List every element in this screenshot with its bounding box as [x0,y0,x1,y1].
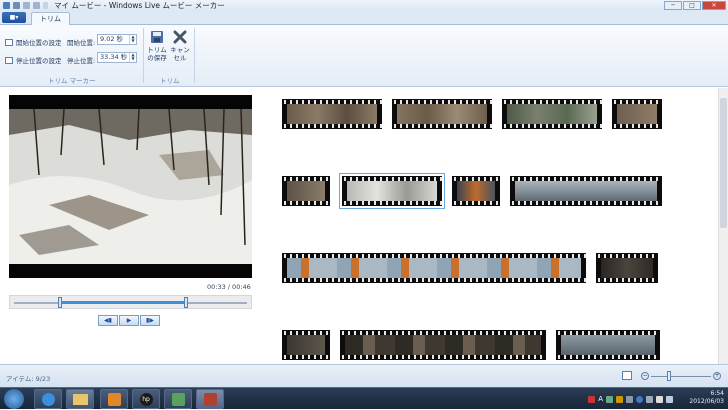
storyboard [262,88,718,364]
start-position-spinner-icon[interactable]: ▲ ▼ [129,35,136,44]
clock-date: 2012/06/03 [689,398,724,405]
zoom-thumb[interactable] [667,371,671,381]
group-divider [143,28,144,83]
undo-icon[interactable] [23,2,30,9]
set-start-point-button[interactable]: 開始位置の設定 [5,37,62,47]
start-position-value: 9.02 秒 [100,35,124,43]
ie-taskbar-icon[interactable] [34,389,62,409]
trim-group-label: トリム [160,77,180,85]
minimize-button[interactable]: ─ [664,1,682,10]
snow-forest-frame-image [9,95,252,278]
file-menu-button[interactable]: ■▾ [2,12,26,23]
video-clip[interactable] [340,330,546,360]
window-title: マイ ムービー - Windows Live ムービー メーカー [54,1,225,10]
set-end-point-button[interactable]: 停止位置の設定 [5,55,62,65]
ribbon-tab-row: ■▾ トリム [0,11,728,25]
thumbnail-size-icon[interactable] [622,371,632,380]
tray-icon[interactable] [626,395,633,403]
trim-end-handle[interactable] [183,297,188,308]
cancel-x-icon [173,30,187,44]
taskbar: hp A 6:54 2012/06/03 [0,387,728,409]
tray-icon[interactable] [646,395,653,403]
save-trim-label-line2: の保存 [147,54,167,62]
zoom-out-icon[interactable]: − [641,372,649,380]
floppy-save-icon [151,31,163,43]
end-position-value: 33.34 秒 [100,53,128,61]
save-icon[interactable] [13,2,20,9]
video-clip-selected[interactable] [339,173,445,209]
start-position-label: 開始位置: [67,39,96,47]
status-bar: アイテム: 9/23 − + [0,364,728,387]
next-frame-button[interactable]: ▮▶ [140,315,160,326]
media-player-taskbar-icon[interactable] [100,389,128,409]
save-trim-button[interactable]: トリム の保存 [146,30,168,62]
storyboard-scrollbar[interactable] [718,88,728,364]
video-clip[interactable] [452,176,500,206]
system-clock[interactable]: 6:54 2012/06/03 [689,390,724,406]
previous-frame-button[interactable]: ◀▮ [98,315,118,326]
app-icon[interactable] [3,2,10,9]
playback-controls: ◀▮ ▶ ▮▶ [98,315,160,326]
movie-maker-taskbar-icon[interactable] [196,389,224,409]
set-start-point-label: 開始位置の設定 [16,39,62,47]
timecode-display: 00:33 / 00:46 [207,283,251,291]
tray-icon[interactable] [606,395,613,403]
video-clip[interactable] [392,99,492,129]
maximize-button[interactable]: □ [683,1,701,10]
video-preview[interactable] [9,95,252,278]
network-icon[interactable] [666,395,673,403]
video-clip[interactable] [282,253,586,283]
cancel-button[interactable]: キャン セル [169,30,191,62]
title-bar: マイ ムービー - Windows Live ムービー メーカー ─ □ ✕ [0,0,728,11]
ribbon: 開始位置の設定 停止位置の設定 開始位置: 9.02 秒 ▲ ▼ 停止位置: 33… [0,25,728,87]
play-button[interactable]: ▶ [119,315,139,326]
trim-markers-group-label: トリム マーカー [48,77,96,85]
volume-icon[interactable] [656,395,663,403]
tray-icon[interactable] [616,395,623,403]
scrollbar-thumb[interactable] [720,98,727,228]
app-taskbar-icon[interactable] [164,389,192,409]
video-clip[interactable] [282,176,330,206]
tab-trim[interactable]: トリム [31,12,70,25]
zoom-in-icon[interactable]: + [713,372,721,380]
tray-help-icon[interactable] [636,395,643,403]
video-clip[interactable] [282,99,382,129]
clock-time: 6:54 [710,390,724,397]
end-position-spinner-icon[interactable]: ▲ ▼ [129,53,136,62]
preview-pane: 00:33 / 00:46 ◀▮ ▶ ▮▶ [0,88,262,364]
trim-selection-range [59,301,186,304]
start-marker-icon [5,38,13,46]
video-clip[interactable] [556,330,660,360]
item-count: アイテム: 9/23 [6,375,51,383]
ime-language-indicator[interactable]: A [598,395,603,403]
explorer-taskbar-icon[interactable] [66,389,94,409]
cancel-label-line2: セル [173,54,187,62]
end-position-field[interactable]: 33.34 秒 ▲ ▼ [97,52,137,63]
end-position-label: 停止位置: [67,57,96,65]
redo-icon[interactable] [33,2,40,9]
close-button[interactable]: ✕ [702,1,726,10]
cancel-label-line1: キャン [170,46,190,54]
save-trim-label-line1: トリム [147,46,167,54]
end-marker-icon [5,56,13,64]
video-clip[interactable] [282,330,330,360]
zoom-slider[interactable]: − + [641,371,721,381]
trim-start-handle[interactable] [57,297,62,308]
video-clip[interactable] [612,99,662,129]
trim-slider[interactable] [9,295,252,309]
tray-alert-icon[interactable] [588,395,596,403]
quick-access-toolbar [3,2,48,9]
customize-chevron-icon[interactable] [43,2,48,9]
video-clip[interactable] [596,253,658,283]
group-divider [194,28,195,83]
start-position-field[interactable]: 9.02 秒 ▲ ▼ [97,34,137,45]
zoom-track [651,376,711,377]
video-clip[interactable] [510,176,662,206]
set-end-point-label: 停止位置の設定 [16,57,62,65]
hp-taskbar-icon[interactable]: hp [132,389,160,409]
video-clip[interactable] [502,99,602,129]
start-button-icon[interactable] [4,389,24,409]
